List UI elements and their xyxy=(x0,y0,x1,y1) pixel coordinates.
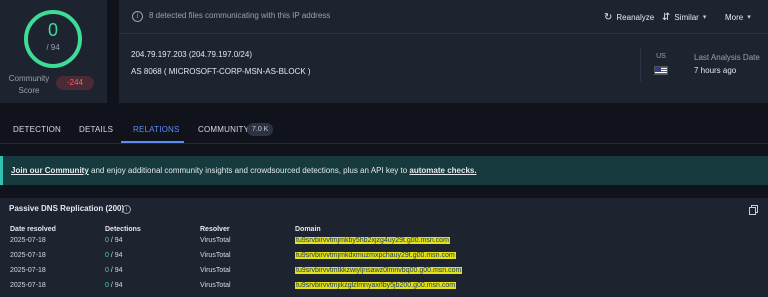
table-row[interactable]: 2025-07-18 0 / 94 VirusTotal tu9srvbirvv… xyxy=(0,264,768,279)
ip-address: 204.79.197.203 (204.79.197.0/24) xyxy=(131,50,252,59)
date-cell: 2025-07-18 xyxy=(10,237,46,244)
community-count-badge: 7.0 K xyxy=(247,123,274,136)
table-row[interactable]: 2025-07-18 0 / 94 VirusTotal tu9srvbirvv… xyxy=(0,279,768,294)
community-score-label: Community Score xyxy=(8,74,50,95)
detections-total: / 94 xyxy=(108,282,123,289)
ip-header-panel: i 8 detected files communicating with th… xyxy=(119,0,768,103)
last-analysis-label: Last Analysis Date xyxy=(694,53,760,62)
community-banner: Join our Community and enjoy additional … xyxy=(0,156,768,185)
detections-total: / 94 xyxy=(108,237,123,244)
detections-cell: 0 / 94 xyxy=(105,237,123,244)
community-banner-text: Join our Community and enjoy additional … xyxy=(11,166,477,175)
more-label: More xyxy=(725,12,744,22)
detections-cell: 0 / 94 xyxy=(105,267,123,274)
join-community-link[interactable]: Join our Community xyxy=(11,166,89,175)
tab-community[interactable]: COMMUNITY xyxy=(198,125,249,134)
column-header-date[interactable]: Date resolved xyxy=(10,226,56,233)
detections-total: / 94 xyxy=(108,267,123,274)
as-info[interactable]: AS 8068 ( MICROSOFT-CORP-MSN-AS-BLOCK ) xyxy=(131,67,311,76)
detections-total: / 94 xyxy=(108,252,123,259)
column-header-domain[interactable]: Domain xyxy=(295,226,321,233)
header-bar: i 8 detected files communicating with th… xyxy=(119,0,768,34)
detection-total: / 94 xyxy=(46,43,60,52)
info-icon: i xyxy=(132,11,143,22)
resolver-cell: VirusTotal xyxy=(200,237,231,244)
resolver-cell: VirusTotal xyxy=(200,267,231,274)
detected-files-banner[interactable]: 8 detected files communicating with this… xyxy=(149,11,330,20)
community-banner-middle: and enjoy additional community insights … xyxy=(88,166,410,175)
info-icon[interactable]: i xyxy=(122,205,131,214)
date-cell: 2025-07-18 xyxy=(10,252,46,259)
tab-relations[interactable]: RELATIONS xyxy=(133,125,180,134)
detections-cell: 0 / 94 xyxy=(105,282,123,289)
chevron-down-icon: ▾ xyxy=(702,13,707,21)
date-cell: 2025-07-18 xyxy=(10,267,46,274)
resolver-cell: VirusTotal xyxy=(200,252,231,259)
tab-detection[interactable]: DETECTION xyxy=(13,125,61,134)
score-panel: 0 / 94 Community Score -244 xyxy=(0,0,107,103)
resolver-cell: VirusTotal xyxy=(200,282,231,289)
domain-link[interactable]: tu9srvbirvvtmtkkzwiyljnsawz0lmnvbq00.g00… xyxy=(295,267,463,274)
country-code: US xyxy=(656,53,666,60)
last-analysis-value: 7 hours ago xyxy=(694,66,737,75)
community-score-badge[interactable]: -244 xyxy=(56,76,94,90)
refresh-icon: ↻ xyxy=(604,11,613,23)
domain-link[interactable]: tu9srvbirvvtmjikzglzlmnyaxrlby5jb200.g00… xyxy=(295,282,457,289)
column-header-resolver[interactable]: Resolver xyxy=(200,226,230,233)
divider xyxy=(640,48,641,82)
similar-icon: ⇵ xyxy=(662,11,671,23)
table-row[interactable]: 2025-07-18 0 / 94 VirusTotal tu9srvbirvv… xyxy=(0,249,768,264)
section-title: Passive DNS Replication (200) xyxy=(9,204,125,213)
reanalyze-button[interactable]: ↻ Reanalyze xyxy=(604,10,654,24)
tab-bar: DETECTION DETAILS RELATIONS COMMUNITY 7.… xyxy=(0,117,768,143)
chevron-down-icon: ▾ xyxy=(747,13,751,21)
date-cell: 2025-07-18 xyxy=(10,282,46,289)
similar-label: Similar xyxy=(674,12,699,22)
reanalyze-label: Reanalyze xyxy=(616,12,655,22)
detections-cell: 0 / 94 xyxy=(105,252,123,259)
table-row[interactable]: 2025-07-18 0 / 94 VirusTotal tu9srvbirvv… xyxy=(0,234,768,249)
us-flag-icon xyxy=(654,66,668,75)
more-button[interactable]: More ▾ xyxy=(725,10,751,24)
passive-dns-section: Passive DNS Replication (200) i Date res… xyxy=(0,198,768,297)
tab-details[interactable]: DETAILS xyxy=(79,125,113,134)
domain-link[interactable]: tu9srvbirvvtmjmkby5hb2xjzg4uy29t.g00.msn… xyxy=(295,237,450,244)
automate-checks-link[interactable]: automate checks. xyxy=(409,166,476,175)
column-header-detections[interactable]: Detections xyxy=(105,226,141,233)
detection-count: 0 xyxy=(47,20,58,40)
domain-link[interactable]: tu9srvbirvvtmjmkdxmuzmxpchauy29t.g00.msn… xyxy=(295,252,456,259)
copy-icon[interactable] xyxy=(749,205,758,215)
divider xyxy=(0,143,768,144)
similar-button[interactable]: ⇵ Similar ▾ xyxy=(662,10,706,24)
